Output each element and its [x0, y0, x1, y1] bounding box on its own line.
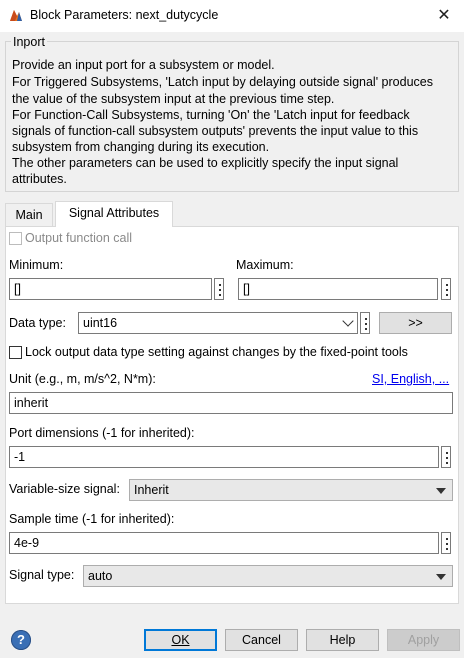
lock-output-label: Lock output data type setting against ch… — [25, 345, 408, 359]
chevron-down-icon — [342, 315, 354, 327]
variable-size-select[interactable]: Inherit — [129, 479, 453, 501]
sample-time-more-options-icon[interactable] — [441, 532, 451, 554]
lock-output-checkbox[interactable] — [9, 346, 22, 359]
description-line: signals of function-call subsystem outpu… — [12, 124, 419, 138]
description-line: For Triggered Subsystems, 'Latch input b… — [12, 75, 433, 89]
minimum-input[interactable]: [] — [9, 278, 212, 300]
close-icon[interactable]: ✕ — [432, 5, 456, 27]
unit-label: Unit (e.g., m, m/s^2, N*m): — [9, 372, 156, 386]
port-dimensions-input[interactable]: -1 — [9, 446, 439, 468]
sample-time-input[interactable]: 4e-9 — [9, 532, 439, 554]
minimum-more-options-icon[interactable] — [214, 278, 224, 300]
apply-button[interactable]: Apply — [387, 629, 460, 651]
port-dimensions-label: Port dimensions (-1 for inherited): — [9, 426, 195, 440]
description-line: the value of the subsystem input at the … — [12, 92, 335, 106]
group-label: Inport — [11, 35, 47, 49]
data-type-value: uint16 — [83, 316, 118, 330]
cancel-button-label: Cancel — [242, 633, 281, 647]
description-line: The other parameters can be used to expl… — [12, 156, 399, 170]
signal-type-select[interactable]: auto — [83, 565, 453, 587]
signal-type-label: Signal type: — [9, 568, 75, 582]
window-title: Block Parameters: next_dutycycle — [30, 8, 219, 22]
maximum-more-options-icon[interactable] — [441, 278, 451, 300]
help-button-label: Help — [329, 633, 356, 647]
port-dimensions-more-options-icon[interactable] — [441, 446, 451, 468]
tab-main[interactable]: Main — [5, 203, 53, 227]
tab-signal-attributes[interactable]: Signal Attributes — [55, 201, 173, 227]
data-type-select[interactable]: uint16 — [78, 312, 358, 334]
data-type-assistant-button[interactable]: >> — [379, 312, 452, 334]
description-line: For Function-Call Subsystems, turning 'O… — [12, 108, 410, 122]
signal-type-value: auto — [88, 569, 113, 583]
dropdown-arrow-icon — [436, 574, 446, 580]
description-line: Provide an input port for a subsystem or… — [12, 58, 275, 72]
minimum-label: Minimum: — [9, 258, 64, 272]
ok-button-label: OK — [171, 633, 190, 647]
dropdown-arrow-icon — [436, 488, 446, 494]
variable-size-value: Inherit — [134, 483, 169, 497]
description-line: subsystem from changing during its execu… — [12, 140, 270, 154]
unit-input[interactable]: inherit — [9, 392, 453, 414]
cancel-button[interactable]: Cancel — [225, 629, 298, 651]
data-type-label: Data type: — [9, 316, 66, 330]
data-type-more-options-icon[interactable] — [360, 312, 370, 334]
output-function-call-label: Output function call — [25, 231, 133, 245]
output-function-call-checkbox[interactable] — [9, 232, 22, 245]
unit-system-link[interactable]: SI, English, ... — [372, 372, 449, 386]
description-line: attributes. — [12, 172, 67, 186]
help-button[interactable]: Help — [306, 629, 379, 651]
sample-time-label: Sample time (-1 for inherited): — [9, 512, 175, 526]
variable-size-label: Variable-size signal: — [9, 482, 120, 496]
help-icon[interactable]: ? — [11, 630, 31, 650]
maximum-label: Maximum: — [236, 258, 294, 272]
simulink-app-icon — [10, 10, 22, 21]
ok-button[interactable]: OK — [144, 629, 217, 651]
apply-button-label: Apply — [407, 633, 440, 647]
maximum-input[interactable]: [] — [238, 278, 438, 300]
